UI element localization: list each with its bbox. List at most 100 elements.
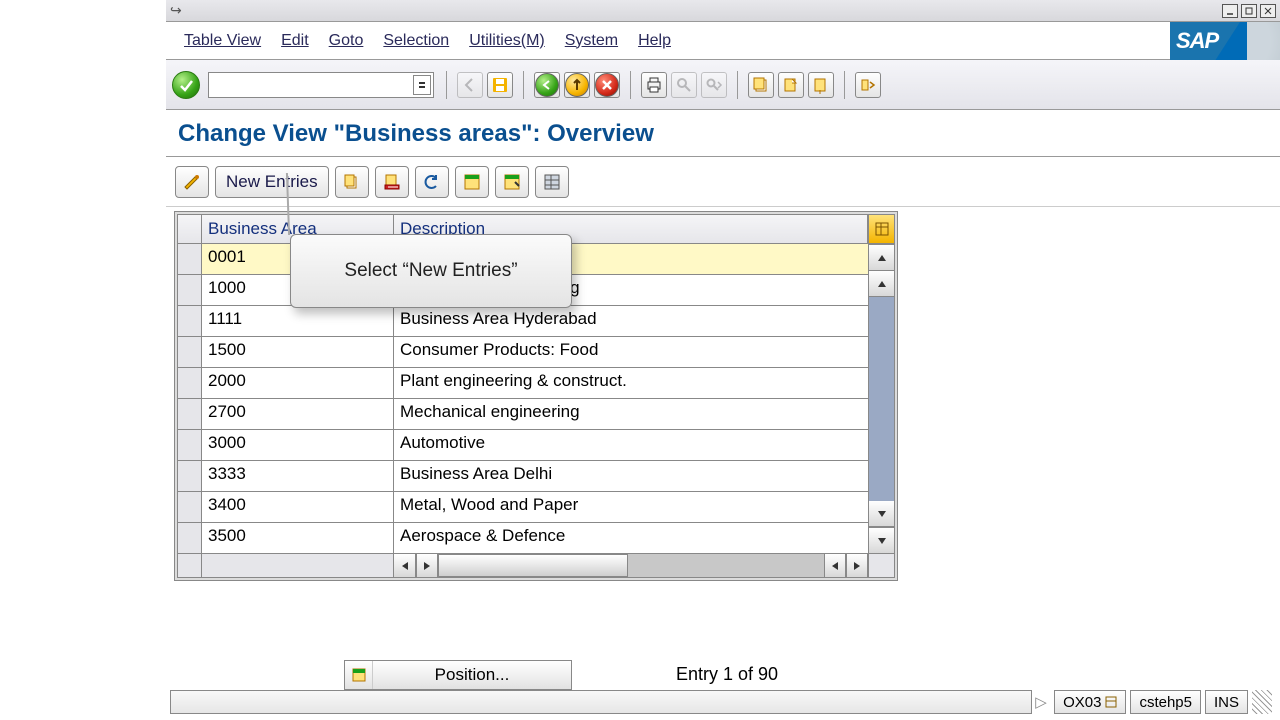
create-shortcut-button[interactable] bbox=[778, 72, 804, 98]
menu-utilities[interactable]: Utilities(M) bbox=[459, 26, 555, 56]
menu-system[interactable]: System bbox=[555, 26, 628, 56]
cancel-button[interactable] bbox=[594, 72, 620, 98]
cell-business-area[interactable]: 2000 bbox=[202, 368, 394, 398]
row-selector-header[interactable] bbox=[178, 215, 202, 243]
row-selector[interactable] bbox=[178, 368, 202, 398]
row-selector[interactable] bbox=[178, 337, 202, 367]
row-selector[interactable] bbox=[178, 461, 202, 491]
status-expand-icon[interactable]: ▷ bbox=[1032, 693, 1050, 711]
scroll-left-icon[interactable] bbox=[394, 554, 416, 577]
window-close-button[interactable] bbox=[1260, 4, 1276, 18]
copy-button[interactable] bbox=[335, 166, 369, 198]
layout-button[interactable] bbox=[855, 72, 881, 98]
table-row[interactable]: 3333Business Area Delhi bbox=[177, 461, 869, 492]
tooltip-text: Select “New Entries” bbox=[344, 260, 517, 282]
status-tcode[interactable]: OX03 bbox=[1054, 690, 1126, 714]
status-bar: ▷ OX03 cstehp5 INS bbox=[170, 688, 1272, 716]
help-button[interactable] bbox=[808, 72, 834, 98]
table-row[interactable]: 3400Metal, Wood and Paper bbox=[177, 492, 869, 523]
message-field bbox=[170, 690, 1032, 714]
cell-description[interactable]: Automotive bbox=[394, 430, 868, 460]
cell-description[interactable]: Consumer Products: Food bbox=[394, 337, 868, 367]
table-row[interactable]: 2000Plant engineering & construct. bbox=[177, 368, 869, 399]
standard-toolbar bbox=[166, 60, 1280, 110]
menu-goto[interactable]: Goto bbox=[319, 26, 374, 56]
row-selector[interactable] bbox=[178, 492, 202, 522]
scroll-thumb[interactable] bbox=[869, 297, 894, 501]
table-row[interactable]: 3500Aerospace & Defence bbox=[177, 523, 869, 554]
cell-business-area[interactable]: 1500 bbox=[202, 337, 394, 367]
menu-help[interactable]: Help bbox=[628, 26, 681, 56]
back-arrow-button[interactable] bbox=[457, 72, 483, 98]
hscroll-thumb[interactable] bbox=[438, 554, 628, 577]
cell-description[interactable]: Business Area Hyderabad bbox=[394, 306, 868, 336]
configure-columns-icon[interactable] bbox=[868, 215, 894, 243]
cell-business-area[interactable]: 3000 bbox=[202, 430, 394, 460]
exit-button[interactable] bbox=[564, 72, 590, 98]
row-selector[interactable] bbox=[178, 399, 202, 429]
scroll-down-icon[interactable] bbox=[869, 527, 894, 553]
cell-description[interactable]: Plant engineering & construct. bbox=[394, 368, 868, 398]
window-minimize-button[interactable] bbox=[1222, 4, 1238, 18]
scroll-right-icon[interactable] bbox=[846, 554, 868, 577]
cell-description[interactable]: Mechanical engineering bbox=[394, 399, 868, 429]
menu-bar: Table View Edit Goto Selection Utilities… bbox=[166, 22, 1280, 60]
cell-description[interactable]: Aerospace & Defence bbox=[394, 523, 868, 553]
application-toolbar: New Entries bbox=[166, 157, 1280, 207]
menu-edit[interactable]: Edit bbox=[271, 26, 319, 56]
print-button[interactable] bbox=[641, 72, 667, 98]
status-host[interactable]: cstehp5 bbox=[1130, 690, 1201, 714]
cell-business-area[interactable]: 2700 bbox=[202, 399, 394, 429]
command-field[interactable] bbox=[208, 72, 434, 98]
position-bar: Position... bbox=[344, 660, 572, 690]
scroll-down-step-icon[interactable] bbox=[869, 501, 894, 527]
select-all-button[interactable] bbox=[455, 166, 489, 198]
table-row[interactable]: 2700Mechanical engineering bbox=[177, 399, 869, 430]
find-next-button[interactable] bbox=[701, 72, 727, 98]
row-selector[interactable] bbox=[178, 430, 202, 460]
resize-grip-icon[interactable] bbox=[1252, 690, 1272, 714]
scroll-left-step-icon[interactable] bbox=[416, 554, 438, 577]
table-row[interactable]: 1111Business Area Hyderabad bbox=[177, 306, 869, 337]
tooltip-callout: Select “New Entries” bbox=[290, 234, 572, 308]
cell-business-area[interactable]: 3333 bbox=[202, 461, 394, 491]
row-selector[interactable] bbox=[178, 523, 202, 553]
status-insert-mode[interactable]: INS bbox=[1205, 690, 1248, 714]
toggle-display-change-button[interactable] bbox=[175, 166, 209, 198]
window-titlebar: ↪ bbox=[166, 0, 1280, 22]
cell-description[interactable]: Metal, Wood and Paper bbox=[394, 492, 868, 522]
save-button[interactable] bbox=[487, 72, 513, 98]
delete-button[interactable] bbox=[375, 166, 409, 198]
new-session-button[interactable] bbox=[748, 72, 774, 98]
cell-business-area[interactable]: 1111 bbox=[202, 306, 394, 336]
row-selector[interactable] bbox=[178, 244, 202, 274]
table-row[interactable]: 1500Consumer Products: Food bbox=[177, 337, 869, 368]
undo-button[interactable] bbox=[415, 166, 449, 198]
row-selector[interactable] bbox=[178, 275, 202, 305]
cell-description[interactable]: Business Area Delhi bbox=[394, 461, 868, 491]
row-selector[interactable] bbox=[178, 306, 202, 336]
scroll-up-icon[interactable] bbox=[869, 245, 894, 271]
new-entries-button[interactable]: New Entries bbox=[215, 166, 329, 198]
deselect-all-button[interactable] bbox=[495, 166, 529, 198]
vertical-scrollbar[interactable] bbox=[869, 244, 895, 554]
horizontal-scrollbar[interactable] bbox=[177, 554, 895, 578]
sap-logo: SAP bbox=[1170, 22, 1280, 60]
menu-table-view[interactable]: Table View bbox=[174, 26, 271, 56]
table-settings-button[interactable] bbox=[535, 166, 569, 198]
page-title: Change View "Business areas": Overview bbox=[178, 120, 1268, 148]
position-button[interactable]: Position... bbox=[344, 660, 572, 690]
scroll-right-step-icon[interactable] bbox=[824, 554, 846, 577]
position-icon bbox=[345, 661, 373, 689]
cell-business-area[interactable]: 3400 bbox=[202, 492, 394, 522]
cell-business-area[interactable]: 3500 bbox=[202, 523, 394, 553]
back-button[interactable] bbox=[534, 72, 560, 98]
scroll-up-step-icon[interactable] bbox=[869, 271, 894, 297]
maximize-icon[interactable]: ↪ bbox=[170, 2, 182, 19]
find-button[interactable] bbox=[671, 72, 697, 98]
enter-button[interactable] bbox=[172, 71, 200, 99]
command-history-icon[interactable] bbox=[413, 75, 431, 95]
window-restore-button[interactable] bbox=[1241, 4, 1257, 18]
menu-selection[interactable]: Selection bbox=[373, 26, 459, 56]
table-row[interactable]: 3000Automotive bbox=[177, 430, 869, 461]
